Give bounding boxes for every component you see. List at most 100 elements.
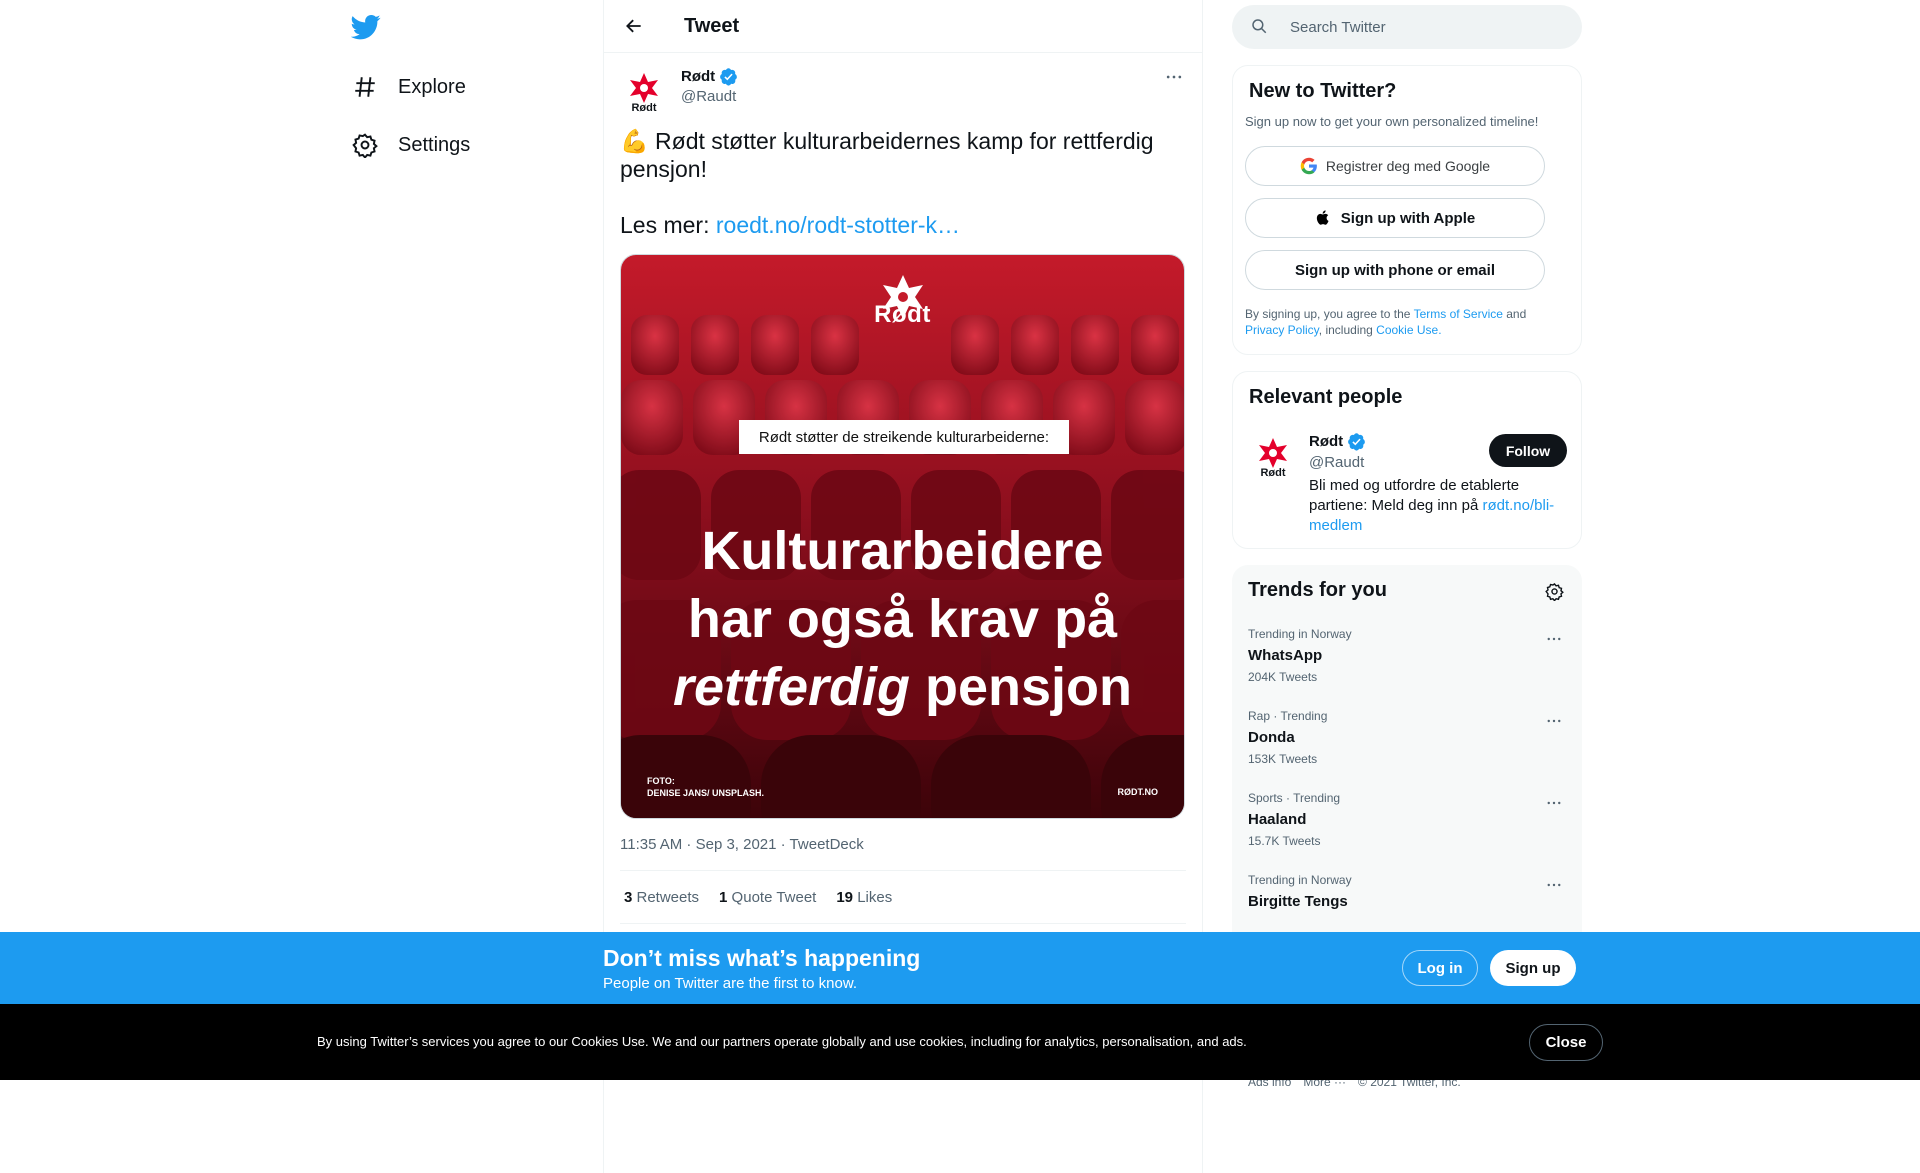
verified-badge-icon <box>1348 433 1366 451</box>
nav-settings-label: Settings <box>398 133 471 156</box>
search-box[interactable] <box>1232 5 1582 49</box>
author-handle[interactable]: @Raudt <box>681 88 736 105</box>
relevant-people-title: Relevant people <box>1249 386 1403 408</box>
legal-and: and <box>1502 307 1527 321</box>
trend-count: 153K Tweets <box>1248 752 1318 766</box>
trend-name: Haaland <box>1248 811 1307 828</box>
tweet-text-line1: Rødt støtter kulturarbeidernes kamp for … <box>620 128 1154 182</box>
back-button[interactable] <box>616 8 652 44</box>
apple-icon <box>1315 209 1333 227</box>
author-name-text: Rødt <box>681 68 716 85</box>
media-brand: Rødt <box>874 301 931 328</box>
person-name-text: Rødt <box>1309 433 1344 450</box>
tweet-header: Tweet <box>604 0 1202 53</box>
flexed-biceps-emoji: 💪 <box>620 128 649 154</box>
author-avatar[interactable]: Rødt <box>620 67 668 115</box>
media-headline-italic: rettferdig <box>672 657 910 717</box>
tweet-author-row: Rødt Rødt @Raudt <box>620 67 1186 115</box>
retweets-label: Retweets <box>632 889 700 906</box>
cookie-close-button[interactable]: Close <box>1529 1024 1603 1061</box>
search-input[interactable] <box>1290 18 1550 36</box>
more-dots-icon <box>1547 637 1561 641</box>
trend-name: Birgitte Tengs <box>1248 893 1348 910</box>
trends-title: Trends for you <box>1248 579 1387 601</box>
gear-icon <box>352 132 378 158</box>
tweet-media-image[interactable]: Rødt Rødt støtter de streikende kulturar… <box>620 254 1185 819</box>
trend-more-button[interactable] <box>1542 709 1566 733</box>
new-to-twitter-title: New to Twitter? <box>1249 80 1397 102</box>
trend-more-button[interactable] <box>1542 791 1566 815</box>
media-headline-line2: har også krav på <box>687 589 1118 649</box>
signup-banner-title: Don’t miss what’s happening <box>603 945 921 971</box>
cookie-link[interactable]: Cookie Use. <box>1376 323 1441 337</box>
trend-name: Donda <box>1248 729 1295 746</box>
trend-count: 15.7K Tweets <box>1248 834 1321 848</box>
media-banner: Rødt støtter de streikende kulturarbeide… <box>739 420 1069 454</box>
gear-icon <box>1544 582 1564 601</box>
terms-link[interactable]: Terms of Service <box>1414 307 1503 321</box>
trend-name: WhatsApp <box>1248 647 1323 664</box>
apple-signup-label: Sign up with Apple <box>1340 209 1476 227</box>
tweet-timestamp[interactable]: 11:35 AM · Sep 3, 2021 · TweetDeck <box>620 836 864 853</box>
trend-count: 204K Tweets <box>1248 670 1318 684</box>
login-button[interactable]: Log in <box>1402 950 1478 986</box>
google-signup-label: Registrer deg med Google <box>1325 158 1491 174</box>
google-signup-button[interactable]: Registrer deg med Google <box>1245 146 1545 186</box>
trend-item[interactable]: Trending in Norway WhatsApp 204K Tweets <box>1232 617 1582 699</box>
trends-settings-button[interactable] <box>1542 579 1566 603</box>
twitter-logo-icon[interactable] <box>350 12 381 42</box>
more-dots-icon <box>1547 719 1561 723</box>
new-to-twitter-subtitle: Sign up now to get your own personalized… <box>1245 114 1539 129</box>
likes-count: 19 <box>836 889 854 906</box>
nav-explore[interactable]: Explore <box>352 65 466 109</box>
cookie-banner-text: By using Twitter’s services you agree to… <box>317 1034 1247 1049</box>
phone-email-signup-button[interactable]: Sign up with phone or email <box>1245 250 1545 290</box>
more-dots-icon <box>1547 883 1561 887</box>
tweet-more-button[interactable] <box>1162 65 1186 89</box>
media-headline: Kulturarbeidere har også krav på rettfer… <box>621 517 1184 721</box>
retweets-stat[interactable]: 3 Retweets <box>624 889 699 906</box>
trend-context: Sports · Trending <box>1248 791 1341 805</box>
privacy-link[interactable]: Privacy Policy <box>1245 323 1319 337</box>
media-logo: Rødt <box>621 301 1184 329</box>
media-headline-line1: Kulturarbeidere <box>701 521 1104 581</box>
hashtag-icon <box>352 74 378 100</box>
media-headline-rest: pensjon <box>910 657 1133 717</box>
author-name[interactable]: Rødt <box>681 67 738 86</box>
trend-more-button[interactable] <box>1542 873 1566 897</box>
divider <box>620 923 1186 924</box>
new-to-twitter-card: New to Twitter? Sign up now to get your … <box>1232 65 1582 355</box>
trend-item[interactable]: Sports · Trending Haaland 15.7K Tweets <box>1232 781 1582 863</box>
tweet-text-prefix: Les mer: <box>620 212 716 238</box>
person-bio: Bli med og utfordre de etablerte partien… <box>1309 476 1569 536</box>
trends-card: Trends for you Trending in Norway WhatsA… <box>1232 565 1582 965</box>
person-name[interactable]: Rødt <box>1309 432 1366 451</box>
arrow-left-icon <box>626 19 641 33</box>
quote-tweets-stat[interactable]: 1 Quote Tweet <box>719 889 816 906</box>
phone-email-signup-label: Sign up with phone or email <box>1294 261 1495 279</box>
person-avatar[interactable]: Rødt <box>1249 432 1297 480</box>
trend-item[interactable]: Rap · Trending Donda 153K Tweets <box>1232 699 1582 781</box>
person-handle[interactable]: @Raudt <box>1309 454 1364 471</box>
tweet-text: 💪 Rødt støtter kulturarbeidernes kamp fo… <box>620 127 1186 239</box>
google-icon <box>1300 157 1318 175</box>
likes-stat[interactable]: 19 Likes <box>836 889 892 906</box>
quotes-label: Quote Tweet <box>727 889 817 906</box>
divider <box>620 870 1186 871</box>
trend-context: Trending in Norway <box>1248 627 1352 641</box>
relevant-people-card: Relevant people Rødt Rødt @Raudt Bli med… <box>1232 371 1582 549</box>
trend-context: Trending in Norway <box>1248 873 1352 887</box>
cookie-banner: By using Twitter’s services you agree to… <box>0 1004 1920 1080</box>
more-dots-icon <box>1166 75 1182 79</box>
nav-settings[interactable]: Settings <box>352 123 470 167</box>
apple-signup-button[interactable]: Sign up with Apple <box>1245 198 1545 238</box>
search-icon <box>1250 17 1270 37</box>
trend-more-button[interactable] <box>1542 627 1566 651</box>
media-site: RØDT.NO <box>1117 787 1159 797</box>
more-dots-icon <box>1547 801 1561 805</box>
signup-button[interactable]: Sign up <box>1490 950 1576 986</box>
follow-button[interactable]: Follow <box>1489 434 1567 467</box>
tweet-link[interactable]: roedt.no/rodt-stotter-k… <box>716 212 960 238</box>
tweet-stats: 3 Retweets 1 Quote Tweet 19 Likes <box>624 889 892 906</box>
media-credit-line2: DENISE JANS/ UNSPLASH. <box>647 788 765 798</box>
